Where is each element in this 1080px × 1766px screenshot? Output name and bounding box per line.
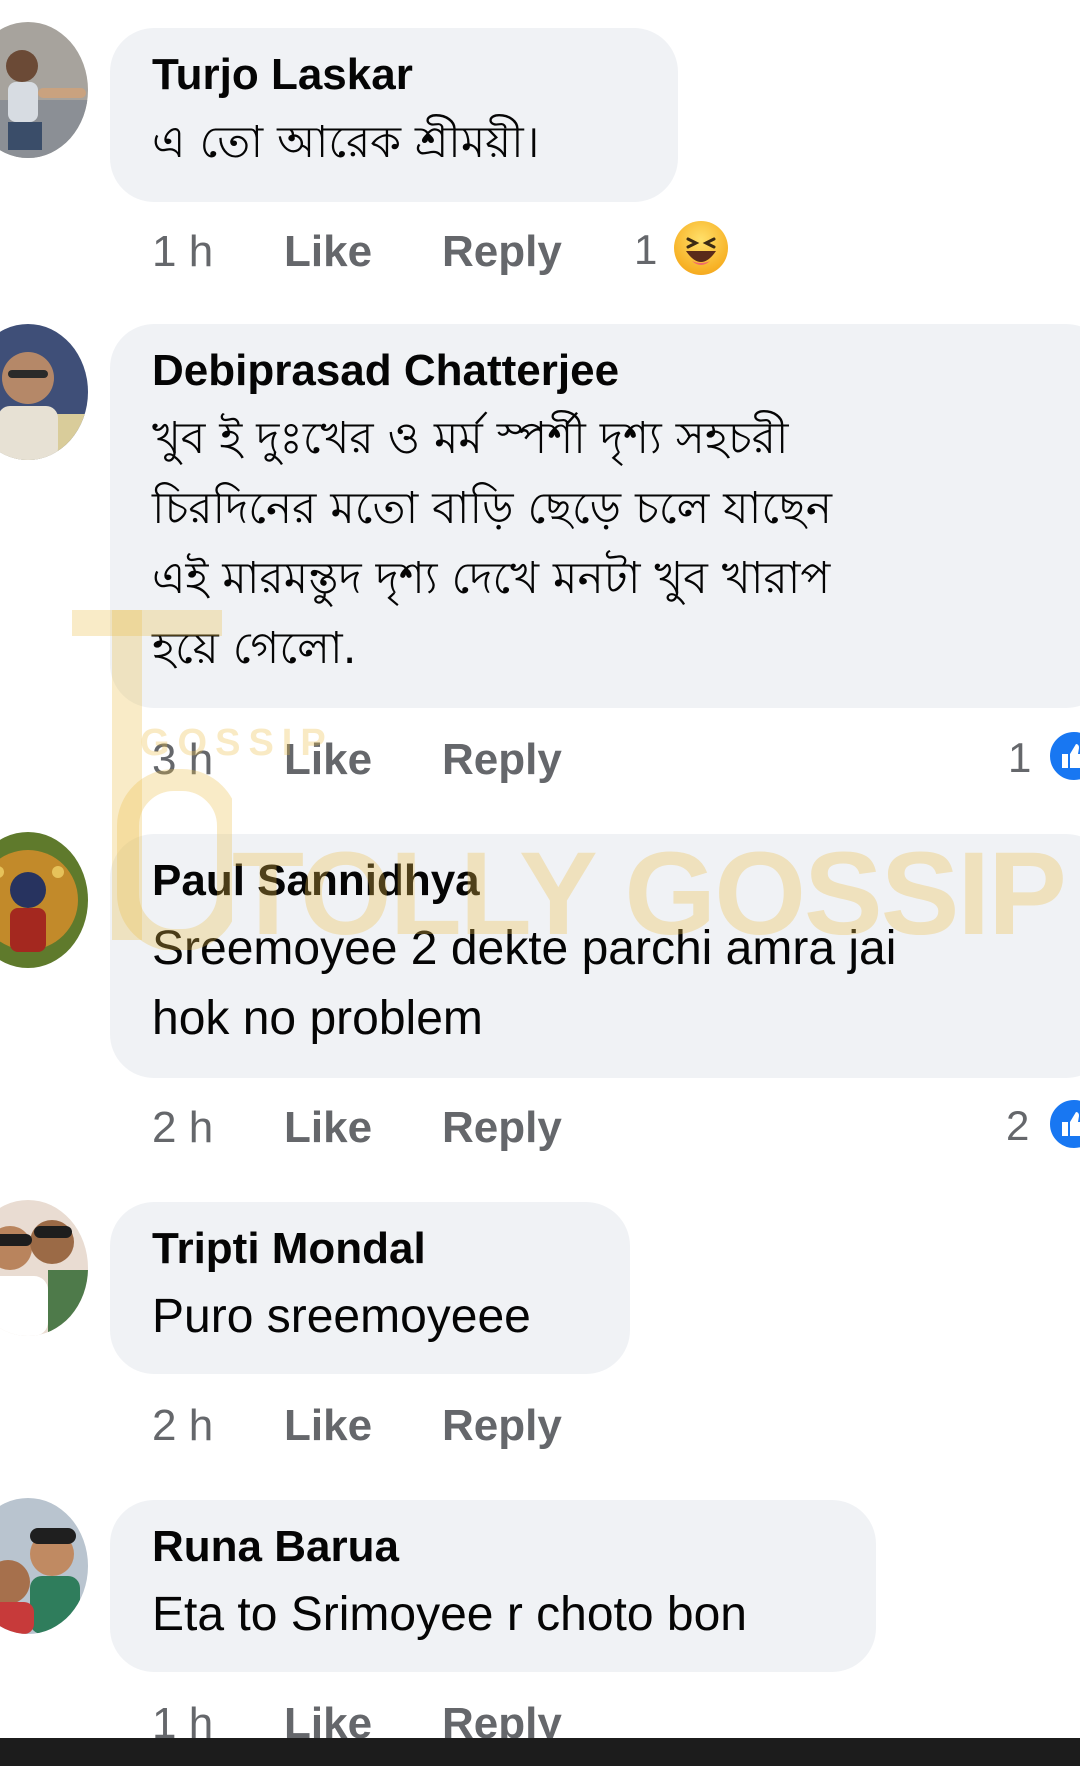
- avatar[interactable]: [0, 1200, 88, 1336]
- reaction-count[interactable]: 1: [1008, 728, 1031, 788]
- like-button[interactable]: Like: [284, 222, 372, 282]
- comment-author[interactable]: Debiprasad Chatterjee: [152, 344, 1080, 398]
- avatar[interactable]: [0, 324, 88, 460]
- avatar[interactable]: [0, 832, 88, 968]
- comment-bubble[interactable]: Paul Sannidhya Sreemoyee 2 dekte parchi …: [110, 834, 1080, 1078]
- like-reaction-icon[interactable]: [1046, 1096, 1080, 1152]
- comment-actions: 2 h Like Reply: [152, 1396, 592, 1456]
- comment-text: খুব ই দুঃখের ও মর্ম স্পর্শী দৃশ্য সহচরী: [152, 413, 789, 464]
- comment-text: Sreemoyee 2 dekte parchi amra jai: [152, 922, 897, 975]
- avatar[interactable]: [0, 22, 88, 158]
- comment-actions: 2 h Like Reply: [152, 1098, 592, 1158]
- reply-button[interactable]: Reply: [442, 730, 562, 790]
- comment-bubble[interactable]: Debiprasad Chatterjee খুব ই দুঃখের ও মর্…: [110, 324, 1080, 708]
- comment-actions: 1 h Like Reply: [152, 222, 592, 282]
- comment-author[interactable]: Tripti Mondal: [152, 1222, 630, 1276]
- reply-button[interactable]: Reply: [442, 1396, 562, 1456]
- comment-author[interactable]: Paul Sannidhya: [152, 854, 1080, 908]
- comment-time[interactable]: 3 h: [152, 730, 213, 790]
- comment-author[interactable]: Turjo Laskar: [152, 48, 678, 102]
- comment-actions: 3 h Like Reply: [152, 730, 592, 790]
- reply-button[interactable]: Reply: [442, 222, 562, 282]
- comment-time[interactable]: 2 h: [152, 1098, 213, 1158]
- comment-text: Puro sreemoyeee: [152, 1290, 531, 1343]
- like-reaction-icon[interactable]: [1046, 728, 1080, 784]
- bottom-bar: [0, 1738, 1080, 1766]
- comment-time[interactable]: 2 h: [152, 1396, 213, 1456]
- comments-screen: Turjo Laskar এ তো আরেক শ্রীময়ী। 1 h Lik…: [0, 0, 1080, 1766]
- comment-time[interactable]: 1 h: [152, 222, 213, 282]
- reaction-count[interactable]: 1: [634, 220, 657, 280]
- comment-text: হয়ে গেলো.: [152, 623, 357, 674]
- comment-bubble[interactable]: Turjo Laskar এ তো আরেক শ্রীময়ী।: [110, 28, 678, 202]
- comment-bubble[interactable]: Tripti Mondal Puro sreemoyeee: [110, 1202, 630, 1374]
- comment-bubble[interactable]: Runa Barua Eta to Srimoyee r choto bon: [110, 1500, 876, 1672]
- comment-text: এই মারমন্তুদ দৃশ্য দেখে মনটা খুব খারাপ: [152, 553, 831, 604]
- comment-text: Eta to Srimoyee r choto bon: [152, 1588, 747, 1641]
- avatar[interactable]: [0, 1498, 88, 1634]
- haha-emoji-icon[interactable]: [674, 221, 728, 275]
- comment-author[interactable]: Runa Barua: [152, 1520, 876, 1574]
- reaction-count[interactable]: 2: [1006, 1096, 1029, 1156]
- comment-text: এ তো আরেক শ্রীময়ী।: [152, 117, 540, 168]
- like-button[interactable]: Like: [284, 730, 372, 790]
- comment-text: চিরদিনের মতো বাড়ি ছেড়ে চলে যাছেন: [152, 483, 832, 534]
- like-button[interactable]: Like: [284, 1396, 372, 1456]
- like-button[interactable]: Like: [284, 1098, 372, 1158]
- comment-text: hok no problem: [152, 992, 483, 1045]
- reply-button[interactable]: Reply: [442, 1098, 562, 1158]
